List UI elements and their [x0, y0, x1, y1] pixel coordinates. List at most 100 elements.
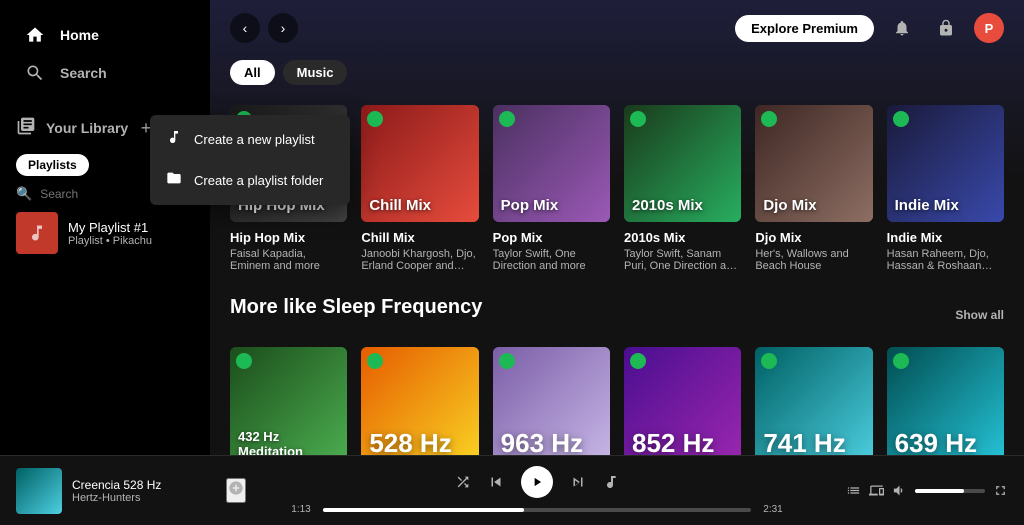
pop-overlay-text: Pop Mix: [501, 197, 559, 214]
hiphop-subtitle: Faisal Kapadia, Eminem and more: [230, 248, 347, 272]
main-content: ‹ › Explore Premium P All Music: [210, 0, 1024, 455]
devices-button[interactable]: [869, 483, 884, 498]
spotify-icon-852hz: [630, 353, 646, 369]
card-528hz-image: 528 Hz: [361, 347, 478, 455]
spotify-icon-djo: [761, 111, 777, 127]
spotify-icon-639hz: [893, 353, 909, 369]
play-pause-button[interactable]: [521, 466, 553, 498]
playlist-meta: Playlist • Pikachu: [68, 235, 194, 247]
card-432hz[interactable]: 432 HzMeditation 432 Hz Meditation A pos…: [230, 347, 347, 455]
639hz-overlay: 639 Hz: [895, 428, 977, 455]
card-2010s-mix[interactable]: 2010s Mix 2010s Mix Taylor Swift, Sanam …: [624, 105, 741, 272]
card-741hz-image: 741 Hz: [755, 347, 872, 455]
forward-button[interactable]: ›: [268, 13, 298, 43]
2010s-subtitle: Taylor Swift, Sanam Puri, One Direction …: [624, 248, 741, 272]
card-639hz-image: 639 Hz: [887, 347, 1004, 455]
library-search-input[interactable]: [40, 187, 160, 201]
spotify-icon-indie: [893, 111, 909, 127]
explore-premium-button[interactable]: Explore Premium: [735, 15, 874, 42]
432hz-overlay: 432 HzMeditation: [238, 429, 303, 455]
playlist-item[interactable]: My Playlist #1 Playlist • Pikachu: [0, 206, 210, 260]
spotify-icon-432hz: [236, 353, 252, 369]
card-indie-mix[interactable]: Indie Mix Indie Mix Hasan Raheem, Djo, H…: [887, 105, 1004, 272]
card-852hz[interactable]: 852 Hz 852 Hz Solfegio tones to: [624, 347, 741, 455]
folder-icon: [166, 170, 182, 191]
top-right-controls: Explore Premium P: [735, 12, 1004, 44]
fullscreen-button[interactable]: [993, 483, 1008, 498]
spotify-icon-528hz: [367, 353, 383, 369]
hiphop-title: Hip Hop Mix: [230, 230, 347, 245]
card-639hz[interactable]: 639 Hz 639 Hz Meditate with this: [887, 347, 1004, 455]
spotify-icon-741hz: [761, 353, 777, 369]
sidebar-item-search[interactable]: Search: [12, 54, 198, 92]
dropdown-menu: Create a new playlist Create a playlist …: [150, 115, 350, 205]
queue-button[interactable]: [846, 483, 861, 498]
hz-cards-row: 432 HzMeditation 432 Hz Meditation A pos…: [230, 347, 1004, 455]
user-avatar[interactable]: P: [974, 13, 1004, 43]
filter-music-pill[interactable]: Music: [283, 60, 348, 85]
card-432hz-image: 432 HzMeditation: [230, 347, 347, 455]
create-playlist-item[interactable]: Create a new playlist: [150, 119, 350, 160]
card-pop-mix[interactable]: Pop Mix Pop Mix Taylor Swift, One Direct…: [493, 105, 610, 272]
sidebar: Home Search Your Library + →: [0, 0, 210, 455]
2010s-title: 2010s Mix: [624, 230, 741, 245]
djo-overlay-text: Djo Mix: [763, 197, 816, 214]
now-playing-title: Creencia 528 Hz: [72, 478, 212, 492]
show-all-link[interactable]: Show all: [955, 308, 1004, 322]
add-to-library-button[interactable]: [226, 478, 246, 503]
card-chill-image: Chill Mix: [361, 105, 478, 222]
library-header-left: Your Library: [16, 116, 128, 141]
sidebar-item-home[interactable]: Home: [12, 16, 198, 54]
card-963hz[interactable]: 963 Hz 963 Hz Crystal Clear Solfegio: [493, 347, 610, 455]
filter-all-pill[interactable]: All: [230, 60, 275, 85]
volume-icon-button[interactable]: [892, 483, 907, 498]
volume-fill: [915, 489, 964, 493]
card-pop-image: Pop Mix: [493, 105, 610, 222]
previous-button[interactable]: [487, 473, 505, 491]
more-like-section-header: More like Sleep Frequency Show all: [230, 296, 1004, 333]
card-djo-mix[interactable]: Djo Mix Djo Mix Her's, Wallows and Beach…: [755, 105, 872, 272]
spotify-icon-pop: [499, 111, 515, 127]
963hz-overlay: 963 Hz: [501, 428, 583, 455]
filter-playlists[interactable]: Playlists: [16, 154, 89, 176]
notification-button-2[interactable]: [930, 12, 962, 44]
progress-bar[interactable]: [323, 508, 751, 512]
now-playing-thumb: [16, 468, 62, 514]
lyrics-button[interactable]: [603, 474, 619, 490]
chill-overlay-text: Chill Mix: [369, 197, 431, 214]
extra-controls: [828, 483, 1008, 498]
progress-fill: [323, 508, 524, 512]
playlist-name: My Playlist #1: [68, 220, 194, 235]
nav-arrows: ‹ ›: [230, 13, 298, 43]
search-small-icon: 🔍: [16, 186, 32, 202]
chill-title: Chill Mix: [361, 230, 478, 245]
playlist-thumb: [16, 212, 58, 254]
back-button[interactable]: ‹: [230, 13, 260, 43]
card-528hz[interactable]: 528 Hz 528 Hz 528 Hz Solfegio: [361, 347, 478, 455]
now-playing: Creencia 528 Hz Hertz-Hunters: [16, 468, 246, 514]
more-like-title: More like Sleep Frequency: [230, 296, 482, 319]
home-icon: [24, 24, 46, 46]
home-label: Home: [60, 27, 99, 43]
card-741hz[interactable]: 741 Hz 741 Hz A soothing solfegio: [755, 347, 872, 455]
search-icon: [24, 62, 46, 84]
sidebar-nav: Home Search: [0, 8, 210, 100]
next-button[interactable]: [569, 473, 587, 491]
bottom-player: Creencia 528 Hz Hertz-Hunters: [0, 455, 1024, 525]
create-folder-item[interactable]: Create a playlist folder: [150, 160, 350, 201]
card-963hz-image: 963 Hz: [493, 347, 610, 455]
playlist-icon: [166, 129, 182, 150]
notification-button-1[interactable]: [886, 12, 918, 44]
search-label: Search: [60, 65, 107, 81]
card-852hz-image: 852 Hz: [624, 347, 741, 455]
pop-title: Pop Mix: [493, 230, 610, 245]
volume-bar[interactable]: [915, 489, 985, 493]
shuffle-button[interactable]: [455, 474, 471, 490]
card-chill-mix[interactable]: Chill Mix Chill Mix Janoobi Khargosh, Dj…: [361, 105, 478, 272]
top-bar: ‹ › Explore Premium P: [230, 12, 1004, 44]
library-icon: [16, 116, 36, 141]
card-indie-image: Indie Mix: [887, 105, 1004, 222]
indie-subtitle: Hasan Raheem, Djo, Hassan & Roshaan and.…: [887, 248, 1004, 272]
control-buttons: [455, 466, 619, 498]
pop-subtitle: Taylor Swift, One Direction and more: [493, 248, 610, 272]
